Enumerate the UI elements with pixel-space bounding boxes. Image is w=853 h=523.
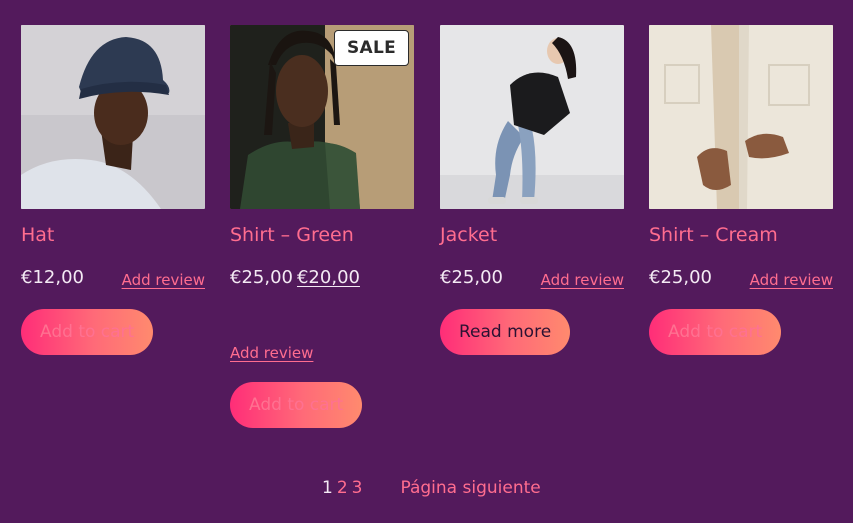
product-title[interactable]: Jacket	[440, 224, 497, 246]
price-old: €25,00	[230, 267, 293, 288]
add-review-link[interactable]: Add review	[750, 271, 833, 289]
pagination-next-link[interactable]: Página siguiente	[400, 478, 540, 498]
product-card-shirt-cream: Shirt – Cream €25,00 Add review Add to c…	[649, 25, 833, 355]
product-price: €25,00	[440, 267, 503, 288]
add-to-cart-button[interactable]: Add to cart	[230, 382, 363, 428]
pagination: 1 2 3 Página siguiente	[322, 478, 541, 498]
product-title[interactable]: Shirt – Green	[230, 224, 354, 246]
product-image-shirt-cream[interactable]	[649, 25, 833, 209]
add-to-cart-button[interactable]: Add to cart	[649, 309, 782, 355]
product-card-shirt-green: SALE Shirt – Green €25,00 €20,00 Add revi…	[230, 25, 414, 428]
pagination-page-3[interactable]: 3	[352, 478, 363, 498]
product-price: €25,00	[649, 267, 712, 288]
product-price: €25,00 €20,00	[230, 267, 360, 288]
product-image-jacket[interactable]	[440, 25, 624, 209]
add-review-link[interactable]: Add review	[230, 344, 313, 362]
price-sale: €20,00	[296, 267, 360, 288]
product-image-shirt-green[interactable]: SALE	[230, 25, 414, 209]
product-card-jacket: Jacket €25,00 Add review Read more	[440, 25, 624, 355]
product-title[interactable]: Hat	[21, 224, 54, 246]
sale-badge: SALE	[333, 30, 409, 66]
add-review-link[interactable]: Add review	[122, 271, 205, 289]
product-price: €12,00	[21, 267, 84, 288]
add-review-link[interactable]: Add review	[541, 271, 624, 289]
pagination-current-page: 1	[322, 478, 333, 498]
product-image-hat[interactable]	[21, 25, 205, 209]
read-more-button[interactable]: Read more	[440, 309, 571, 355]
add-to-cart-button[interactable]: Add to cart	[21, 309, 154, 355]
product-card-hat: Hat €12,00 Add review Add to cart	[21, 25, 205, 355]
pagination-page-2[interactable]: 2	[337, 478, 348, 498]
product-title[interactable]: Shirt – Cream	[649, 224, 778, 246]
